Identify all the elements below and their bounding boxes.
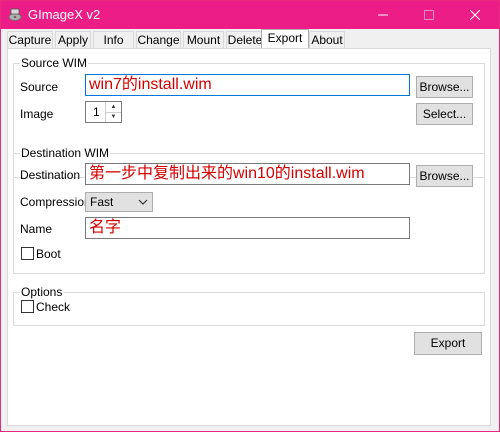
close-button[interactable] (452, 1, 498, 29)
export-button[interactable]: Export (414, 332, 482, 355)
maximize-icon (424, 10, 434, 20)
app-icon (8, 8, 22, 21)
maximize-button (406, 1, 452, 29)
source-label: Source (20, 80, 59, 94)
source-wim-title: Source WIM (20, 56, 89, 70)
tab-export[interactable]: Export (261, 29, 309, 49)
tab-delete[interactable]: Delete (226, 31, 264, 48)
tab-mount[interactable]: Mount (183, 31, 224, 48)
tab-info[interactable]: Info (93, 31, 134, 48)
spinner-arrows: ▲ ▼ (105, 102, 121, 122)
spin-down-icon[interactable]: ▼ (106, 112, 121, 122)
tab-apply[interactable]: Apply (55, 31, 91, 48)
image-spinner[interactable]: 1 ▲ ▼ (85, 101, 122, 123)
boot-checkbox[interactable] (21, 247, 34, 260)
tab-about[interactable]: About (309, 31, 345, 48)
select-button[interactable]: Select... (416, 103, 473, 125)
compression-label: Compression (20, 195, 91, 209)
check-label: Check (36, 300, 71, 314)
window-title: GImageX v2 (28, 7, 101, 22)
boot-label: Boot (36, 247, 61, 261)
options-title: Options (20, 285, 64, 299)
destination-browse-button[interactable]: Browse... (416, 165, 473, 187)
source-browse-button[interactable]: Browse... (416, 76, 473, 98)
compression-dropdown[interactable]: Fast (85, 192, 153, 212)
export-panel: Source WIM Source win7的install.wim Brows… (7, 48, 491, 426)
name-label: Name (20, 222, 53, 236)
image-value: 1 (93, 105, 100, 119)
gimagex-window: GImageX v2 Capture Apply Info Change Mou… (0, 0, 500, 432)
minimize-button[interactable] (360, 1, 406, 29)
image-label: Image (20, 107, 54, 121)
minimize-icon (378, 14, 388, 16)
options-group: Options Check (13, 285, 485, 326)
destination-wim-group: Destination WIM Destination 第一步中复制出来的win… (13, 146, 485, 274)
destination-input[interactable]: 第一步中复制出来的win10的install.wim (85, 163, 410, 185)
source-input[interactable]: win7的install.wim (85, 74, 410, 96)
title-bar[interactable]: GImageX v2 (1, 1, 499, 29)
tab-capture[interactable]: Capture (7, 31, 53, 48)
tab-change[interactable]: Change (136, 31, 181, 48)
name-input[interactable]: 名字 (85, 217, 410, 239)
check-checkbox[interactable] (21, 300, 34, 313)
destination-wim-title: Destination WIM (20, 146, 111, 160)
destination-label: Destination (20, 168, 81, 182)
compression-value: Fast (90, 195, 114, 209)
close-icon (470, 10, 480, 20)
chevron-down-icon (138, 199, 148, 205)
